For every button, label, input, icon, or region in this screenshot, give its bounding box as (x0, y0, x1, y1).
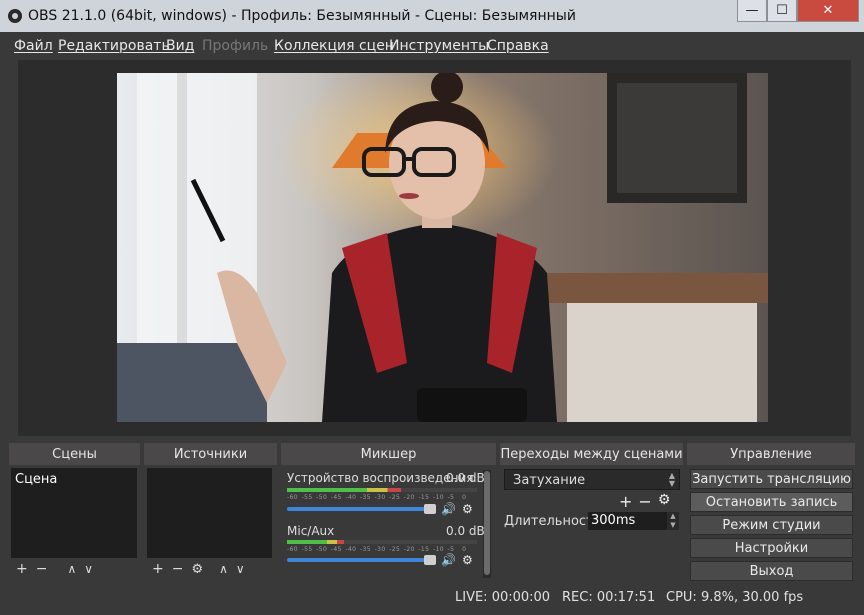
obs-window: OBS 21.1.0 (64bit, windows) - Профиль: Б… (0, 0, 864, 615)
meter-scale-label: -50 (316, 546, 328, 553)
meter-scale-label: -40 (345, 494, 357, 501)
preview-image (117, 73, 768, 422)
mixer-dock-title: Микшер (281, 443, 496, 465)
stop-recording-button[interactable]: Остановить запись (690, 492, 853, 512)
volume-slider[interactable] (287, 558, 427, 562)
exit-button[interactable]: Выход (690, 561, 853, 581)
transition-select[interactable]: Затухание ▲ ▼ (504, 469, 680, 490)
volume-slider-knob[interactable] (424, 555, 436, 565)
meter-scale: -60 -55 -50 -45 -40 -35 -30 -25 -20 -15 -10 -5 0 (287, 494, 477, 501)
transition-selected: Затухание (513, 473, 586, 488)
meter-scale-label: -25 (389, 546, 401, 553)
studio-mode-button[interactable]: Режим студии (690, 515, 853, 535)
transition-gear-icon[interactable]: ⚙ (658, 492, 671, 511)
status-bar: LIVE: 00:00:00 REC: 00:17:51 CPU: 9.8%, … (0, 583, 864, 615)
obs-logo-icon (8, 9, 22, 23)
menu-help[interactable]: Справка (487, 38, 549, 54)
preview-video[interactable] (117, 73, 768, 422)
menu-edit[interactable]: Редактировать (58, 38, 170, 54)
menu-profile[interactable]: Профиль (202, 38, 268, 54)
meter-scale-label: -60 (287, 494, 298, 501)
settings-button[interactable]: Настройки (690, 538, 853, 558)
add-source-icon[interactable]: + (152, 561, 164, 577)
meter-scale-label: -10 (432, 494, 444, 501)
meter-scale-label: -10 (432, 546, 444, 553)
start-streaming-button[interactable]: Запустить трансляцию (690, 469, 853, 489)
menu-scene-collection[interactable]: Коллекция сцен (274, 38, 394, 54)
meter-scale-label: -50 (316, 494, 328, 501)
controls-dock-title: Управление (687, 443, 855, 465)
remove-scene-icon[interactable]: − (36, 561, 48, 577)
menu-bar: Файл Редактировать Вид Профиль Коллекция… (0, 32, 864, 60)
window-title: OBS 21.1.0 (64bit, windows) - Профиль: Б… (28, 8, 576, 24)
channel-gear-icon[interactable]: ⚙ (462, 502, 473, 516)
meter-scale-label: -55 (301, 494, 313, 501)
scenes-dock-title: Сцены (9, 443, 140, 465)
maximize-button[interactable]: ☐ (767, 0, 797, 22)
meter-scale-label: -5 (447, 546, 455, 553)
volume-meter (287, 540, 344, 544)
add-transition-icon[interactable]: + (619, 492, 632, 511)
volume-slider-knob[interactable] (424, 504, 436, 514)
duration-input[interactable]: 300ms (588, 512, 678, 530)
duration-spinner[interactable]: ▲ ▼ (667, 512, 679, 530)
volume-slider[interactable] (287, 507, 427, 511)
cpu-status: CPU: 9.8%, 30.00 fps (666, 590, 804, 605)
rec-status: REC: 00:17:51 (562, 590, 656, 605)
meter-scale-label: -55 (301, 546, 313, 553)
remove-source-icon[interactable]: − (172, 561, 184, 577)
meter-scale-label: -45 (330, 494, 342, 501)
mixer-scrollbar-thumb[interactable] (484, 471, 490, 575)
meter-scale-label: -35 (359, 494, 371, 501)
live-status: LIVE: 00:00:00 (455, 590, 551, 605)
source-properties-gear-icon[interactable]: ⚙ (191, 562, 203, 577)
speaker-icon[interactable]: 🔊 (441, 502, 456, 516)
mixer-channel-name: Mic/Aux (287, 524, 335, 538)
meter-scale-label: -30 (374, 546, 386, 553)
sources-dock-title: Источники (144, 443, 277, 465)
meter-scale-label: 0 (462, 494, 467, 501)
menu-tools[interactable]: Инструменты (389, 38, 489, 54)
meter-scale-label: -40 (345, 546, 357, 553)
mixer-channel-db: 0.0 dB (446, 471, 485, 485)
meter-scale-label: -15 (418, 494, 430, 501)
mixer-channel-db: 0.0 dB (446, 524, 485, 538)
close-button[interactable]: ✕ (797, 0, 859, 22)
menu-view[interactable]: Вид (166, 38, 194, 54)
duration-label: Длительность (504, 514, 602, 529)
title-bar: OBS 21.1.0 (64bit, windows) - Профиль: Б… (0, 0, 864, 32)
meter-scale-label: 0 (462, 546, 467, 553)
select-arrows-icon: ▲ ▼ (668, 471, 675, 488)
meter-scale-label: -20 (403, 494, 415, 501)
channel-gear-icon[interactable]: ⚙ (462, 553, 473, 567)
transition-toolbar: + − ⚙ (619, 492, 670, 511)
meter-scale-label: -5 (447, 494, 455, 501)
remove-transition-icon[interactable]: − (638, 492, 651, 511)
meter-scale-label: -20 (403, 546, 415, 553)
meter-scale: -60 -55 -50 -45 -40 -35 -30 -25 -20 -15 -10 -5 0 (287, 546, 477, 553)
transitions-dock-title: Переходы между сценами (500, 443, 683, 465)
meter-scale-label: -60 (287, 546, 298, 553)
scene-item[interactable]: Сцена (11, 470, 137, 490)
volume-meter (287, 488, 401, 492)
add-scene-icon[interactable]: + (16, 561, 28, 577)
meter-scale-label: -45 (330, 546, 342, 553)
sources-toolbar: + − ⚙ ∧ ∨ (152, 560, 245, 578)
meter-scale-label: -35 (359, 546, 371, 553)
move-source-down-icon[interactable]: ∨ (236, 562, 245, 576)
speaker-icon[interactable]: 🔊 (441, 553, 456, 567)
sources-list[interactable] (147, 468, 272, 558)
move-source-up-icon[interactable]: ∧ (219, 562, 228, 576)
move-down-icon[interactable]: ∨ (84, 562, 93, 576)
meter-scale-label: -25 (389, 494, 401, 501)
scenes-toolbar: + − ∧ ∨ (16, 560, 93, 578)
minimize-button[interactable]: — (737, 0, 767, 22)
meter-scale-label: -15 (418, 546, 430, 553)
menu-file[interactable]: Файл (14, 38, 53, 54)
meter-scale-label: -30 (374, 494, 386, 501)
move-up-icon[interactable]: ∧ (67, 562, 76, 576)
